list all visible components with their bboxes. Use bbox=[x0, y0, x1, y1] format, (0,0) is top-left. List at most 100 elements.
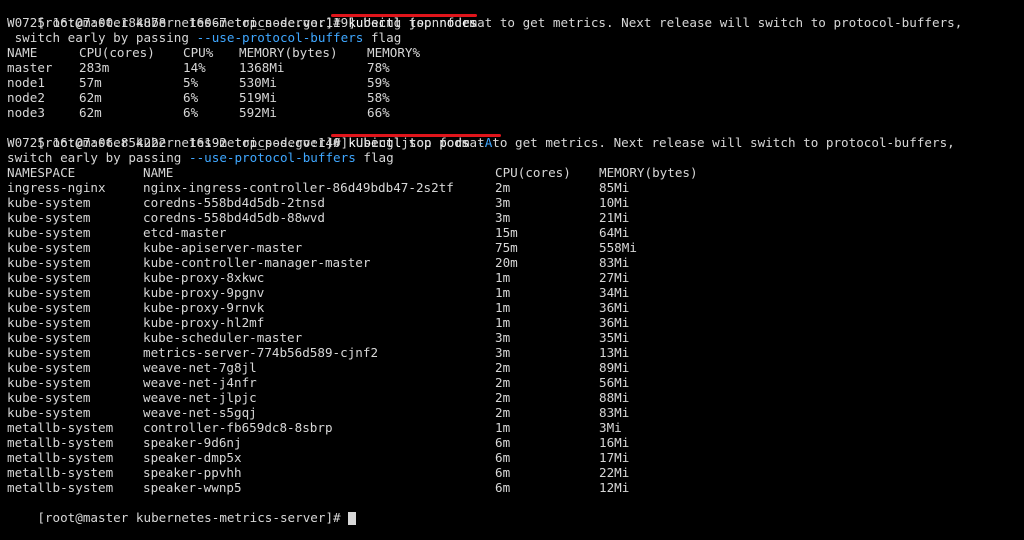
table-cell: kube-proxy-8xkwc bbox=[143, 270, 265, 285]
protocol-buffers-flag: --use-protocol-buffers bbox=[188, 150, 356, 165]
table-cell: kube-system bbox=[7, 345, 91, 360]
terminal-window[interactable]: [root@master kubernetes-metrics-server]#… bbox=[0, 0, 1024, 525]
table-cell: kube-proxy-9rnvk bbox=[143, 300, 265, 315]
table-cell: kube-system bbox=[7, 270, 91, 285]
table-cell: 83Mi bbox=[599, 405, 630, 420]
nodes-header-row: NAME CPU(cores) CPU% MEMORY(bytes) MEMOR… bbox=[7, 45, 1024, 60]
table-cell: 3m bbox=[495, 195, 511, 210]
table-cell: speaker-wwnp5 bbox=[143, 480, 242, 495]
table-cell: etcd-master bbox=[143, 225, 227, 240]
table-cell: 64Mi bbox=[599, 225, 630, 240]
pod-row: kube-system kube-proxy-hl2mf 1m 36Mi bbox=[7, 315, 1024, 330]
warning-line: switch early by passing --use-protocol-b… bbox=[7, 150, 1024, 165]
table-cell: 27Mi bbox=[599, 270, 630, 285]
pod-row: kube-system weave-net-jlpjc 2m 88Mi bbox=[7, 390, 1024, 405]
table-cell: 6% bbox=[183, 105, 199, 120]
table-cell: weave-net-7g8jl bbox=[143, 360, 257, 375]
node-row: node1 57m 5% 530Mi 59% bbox=[7, 75, 1024, 90]
column-header: MEMORY% bbox=[367, 45, 421, 60]
table-cell: kube-system bbox=[7, 240, 91, 255]
warning-line: W0725 16:07:00.184878 16067 top_node.go:… bbox=[7, 15, 963, 30]
column-header: CPU(cores) bbox=[79, 45, 155, 60]
table-cell: 2m bbox=[495, 390, 511, 405]
table-cell: 3m bbox=[495, 330, 511, 345]
table-cell: 62m bbox=[79, 105, 102, 120]
pods-table: ingress-nginx nginx-ingress-controller-86… bbox=[7, 180, 1024, 495]
table-cell: 6m bbox=[495, 465, 511, 480]
cursor-block bbox=[348, 512, 357, 525]
table-cell: 75m bbox=[495, 240, 518, 255]
table-cell: 283m bbox=[79, 60, 110, 75]
table-cell: kube-apiserver-master bbox=[143, 240, 303, 255]
table-cell: 1m bbox=[495, 420, 511, 435]
table-cell: metallb-system bbox=[7, 435, 114, 450]
table-cell: weave-net-j4nfr bbox=[143, 375, 257, 390]
prompt-line-current: [root@master kubernetes-metrics-server]# bbox=[7, 495, 1024, 525]
table-cell: metallb-system bbox=[7, 420, 114, 435]
table-cell: 12Mi bbox=[599, 480, 630, 495]
prompt-line-top-pods: [root@master kubernetes-metrics-server]#… bbox=[7, 120, 1024, 150]
table-cell: metallb-system bbox=[7, 450, 114, 465]
pod-row: metallb-system controller-fb659dc8-8sbrp 1… bbox=[7, 420, 1024, 435]
pod-row: kube-system kube-scheduler-master 3m 35Mi bbox=[7, 330, 1024, 345]
table-cell: 16Mi bbox=[599, 435, 630, 450]
pods-header-row: NAMESPACE NAME CPU(cores) MEMORY(bytes) bbox=[7, 165, 1024, 180]
pod-row: ingress-nginx nginx-ingress-controller-86… bbox=[7, 180, 1024, 195]
table-cell: kube-system bbox=[7, 330, 91, 345]
column-header: MEMORY(bytes) bbox=[599, 165, 698, 180]
pod-row: metallb-system speaker-ppvhh 6m 22Mi bbox=[7, 465, 1024, 480]
table-cell: metallb-system bbox=[7, 465, 114, 480]
warning-line: switch early by passing --use-protocol-b… bbox=[7, 30, 1024, 45]
table-cell: 35Mi bbox=[599, 330, 630, 345]
column-header: NAMESPACE bbox=[7, 165, 76, 180]
table-cell: kube-system bbox=[7, 360, 91, 375]
table-cell: ingress-nginx bbox=[7, 180, 106, 195]
table-cell: kube-system bbox=[7, 225, 91, 240]
table-cell: kube-system bbox=[7, 390, 91, 405]
shell-prompt: [root@master kubernetes-metrics-server]# bbox=[37, 510, 349, 525]
table-cell: node1 bbox=[7, 75, 45, 90]
table-cell: 57m bbox=[79, 75, 102, 90]
pod-row: kube-system kube-proxy-9pgnv 1m 34Mi bbox=[7, 285, 1024, 300]
table-cell: 58% bbox=[367, 90, 390, 105]
table-cell: 5% bbox=[183, 75, 199, 90]
pod-row: kube-system kube-proxy-8xkwc 1m 27Mi bbox=[7, 270, 1024, 285]
pod-row: metallb-system speaker-wwnp5 6m 12Mi bbox=[7, 480, 1024, 495]
table-cell: 2m bbox=[495, 375, 511, 390]
table-cell: 1m bbox=[495, 270, 511, 285]
table-cell: 6% bbox=[183, 90, 199, 105]
table-cell: kube-system bbox=[7, 285, 91, 300]
protocol-buffers-flag: --use-protocol-buffers bbox=[196, 30, 364, 45]
table-cell: speaker-dmp5x bbox=[143, 450, 242, 465]
table-cell: coredns-558bd4d5db-88wvd bbox=[143, 210, 325, 225]
table-cell: kube-system bbox=[7, 255, 91, 270]
table-cell: nginx-ingress-controller-86d49bdb47-2s2t… bbox=[143, 180, 454, 195]
pod-row: metallb-system speaker-9d6nj 6m 16Mi bbox=[7, 435, 1024, 450]
table-cell: 83Mi bbox=[599, 255, 630, 270]
table-cell: 36Mi bbox=[599, 300, 630, 315]
table-cell: 14% bbox=[183, 60, 206, 75]
table-cell: kube-system bbox=[7, 405, 91, 420]
table-cell: 21Mi bbox=[599, 210, 630, 225]
table-cell: 530Mi bbox=[239, 75, 277, 90]
pod-row: kube-system coredns-558bd4d5db-2tnsd 3m 10M… bbox=[7, 195, 1024, 210]
pod-row: kube-system weave-net-7g8jl 2m 89Mi bbox=[7, 360, 1024, 375]
warning-text: flag bbox=[363, 30, 402, 45]
table-cell: metrics-server-774b56d589-cjnf2 bbox=[143, 345, 379, 360]
table-cell: 6m bbox=[495, 435, 511, 450]
table-cell: speaker-9d6nj bbox=[143, 435, 242, 450]
table-cell: kube-system bbox=[7, 210, 91, 225]
table-cell: 88Mi bbox=[599, 390, 630, 405]
pod-row: kube-system kube-proxy-9rnvk 1m 36Mi bbox=[7, 300, 1024, 315]
pod-row: kube-system kube-apiserver-master 75m 558Mi bbox=[7, 240, 1024, 255]
table-cell: 519Mi bbox=[239, 90, 277, 105]
table-cell: 34Mi bbox=[599, 285, 630, 300]
table-cell: speaker-ppvhh bbox=[143, 465, 242, 480]
table-cell: 1m bbox=[495, 315, 511, 330]
column-header: NAME bbox=[7, 45, 38, 60]
pod-row: metallb-system speaker-dmp5x 6m 17Mi bbox=[7, 450, 1024, 465]
table-cell: kube-system bbox=[7, 375, 91, 390]
table-cell: 3m bbox=[495, 345, 511, 360]
table-cell: 592Mi bbox=[239, 105, 277, 120]
table-cell: weave-net-jlpjc bbox=[143, 390, 257, 405]
